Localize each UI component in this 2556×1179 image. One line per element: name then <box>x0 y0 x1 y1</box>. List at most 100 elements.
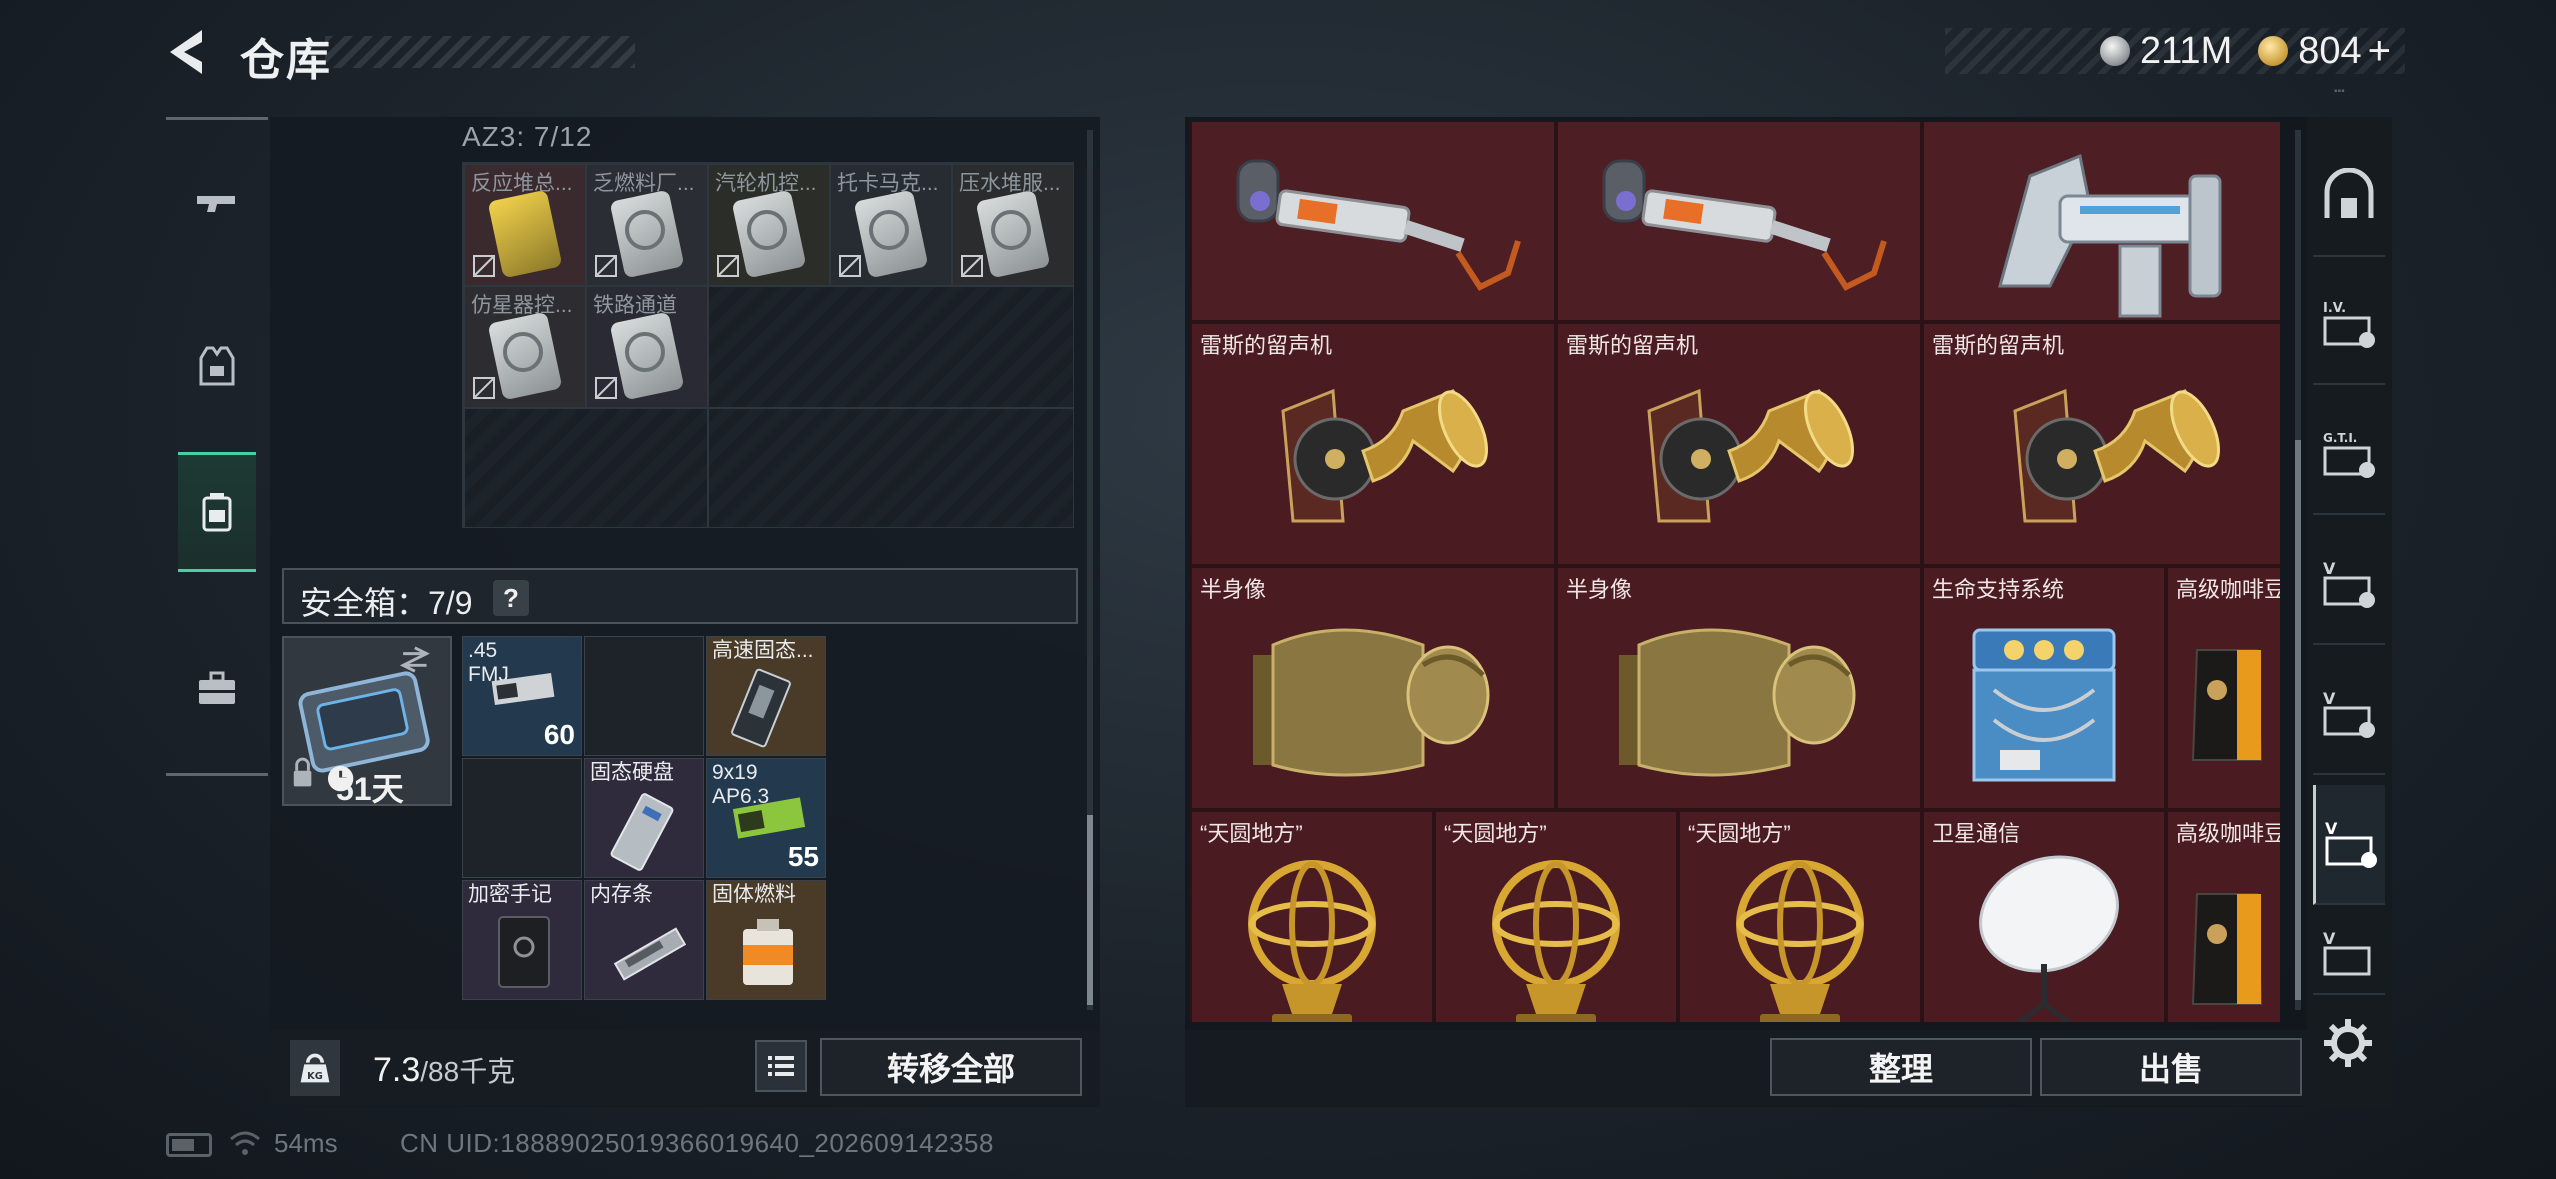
item-name: 雷斯的留声机 <box>1200 333 1333 358</box>
storage-item-gramophone[interactable]: 雷斯的留声机 <box>1556 322 1922 566</box>
kettlebell-icon: KG <box>300 1053 330 1083</box>
rail-item-container-gti[interactable]: G.T.I. <box>2313 395 2385 515</box>
keycard-slot[interactable]: 仿星器控... <box>464 286 586 408</box>
rail-item-container-iv[interactable]: I.V. <box>2313 265 2385 385</box>
safe-item-encrypted-notes[interactable]: 加密手记 <box>462 880 582 1000</box>
weight-readout: 7.3/88千克 <box>373 1050 515 1090</box>
safe-item-ram[interactable]: 内存条 <box>584 880 704 1000</box>
robot-arm-icon <box>1236 159 1521 291</box>
keycard-slot[interactable]: 反应堆总... <box>464 164 586 286</box>
no-trade-icon <box>961 255 983 277</box>
settings-button[interactable] <box>2320 1015 2376 1071</box>
safe-item-ammo-45[interactable]: .45 FMJ 60 <box>462 636 582 756</box>
key-ring-icon <box>503 332 543 372</box>
no-trade-icon <box>839 255 861 277</box>
storage-item-robot-arm[interactable] <box>1190 122 1556 322</box>
safe-empty-slot[interactable] <box>462 758 582 878</box>
keycard-icon <box>487 189 563 279</box>
key-ring-icon <box>991 210 1031 250</box>
currency-silver-value: 211M <box>2139 29 2233 72</box>
no-trade-icon <box>717 255 739 277</box>
storage-scrollbar-thumb[interactable] <box>2295 440 2301 1000</box>
rail-item-base[interactable] <box>2313 137 2385 257</box>
keycard-name: 仿星器控... <box>471 294 573 317</box>
safe-empty-slot[interactable] <box>584 636 704 756</box>
container-v-icon: V <box>2325 819 2377 868</box>
storage-grid: 雷斯的留声机 雷斯的留声机 雷斯的留声机 半身像 半身像 生命支持系统 高级咖啡… <box>1190 122 2280 1022</box>
silver-coin-icon <box>2099 36 2130 66</box>
version-tag: ▪▪▪ <box>2334 86 2345 97</box>
currency-gold[interactable]: 804 + <box>2258 29 2391 74</box>
storage-item-gramophone[interactable]: 雷斯的留声机 <box>1922 322 2280 566</box>
back-button[interactable] <box>160 22 220 82</box>
svg-text:V: V <box>2323 689 2336 708</box>
gramophone-icon <box>2013 388 2220 523</box>
list-view-button[interactable] <box>755 1040 807 1092</box>
keycard-slot[interactable]: 压水堆服... <box>952 164 1074 286</box>
storage-item-robot-arm[interactable] <box>1556 122 1922 322</box>
notebook-icon <box>498 916 550 988</box>
armillary-sphere-icon <box>1736 860 1864 1022</box>
keycard-slot[interactable]: 铁路通道 <box>586 286 708 408</box>
no-trade-icon <box>595 255 617 277</box>
armillary-sphere-icon <box>1248 860 1376 1022</box>
keycard-slot[interactable]: 汽轮机控... <box>708 164 830 286</box>
currency-silver[interactable]: 211M <box>2099 29 2233 73</box>
fuel-can-icon <box>743 919 793 985</box>
storage-item-armillary[interactable]: “天圆地方” <box>1678 810 1922 1022</box>
safe-item-ssd-highspeed[interactable]: 高速固态... <box>706 636 826 756</box>
rail-item-container-v1[interactable]: V <box>2313 525 2385 645</box>
storage-item-coffee[interactable]: 高级咖啡豆 <box>2166 810 2280 1022</box>
storage-item-life-support[interactable]: 生命支持系统 <box>1922 566 2166 810</box>
key-ring-icon <box>747 210 787 250</box>
key-ring-icon <box>869 210 909 250</box>
safe-item-solid-fuel[interactable]: 固体燃料 <box>706 880 826 1000</box>
keycard-name: 压水堆服... <box>959 172 1061 195</box>
locked-slot <box>708 408 1074 528</box>
rail-item-gear[interactable] <box>178 306 256 426</box>
rail-item-weapons[interactable] <box>178 146 256 266</box>
storage-item-bust[interactable]: 半身像 <box>1190 566 1556 810</box>
stash-scrollbar-thumb[interactable] <box>1087 815 1093 1005</box>
ram-stick-icon <box>613 927 687 981</box>
robot-arm-icon <box>1602 159 1887 291</box>
storage-item-armillary[interactable]: “天圆地方” <box>1434 810 1678 1022</box>
sort-button[interactable]: 整理 <box>1770 1038 2032 1096</box>
container-v-icon: V <box>2323 559 2375 608</box>
item-name: 高级咖啡豆 <box>2176 821 2280 846</box>
item-qty: 55 <box>787 841 819 872</box>
rail-divider <box>166 773 268 776</box>
transfer-all-button[interactable]: 转移全部 <box>820 1038 1082 1096</box>
sell-button[interactable]: 出售 <box>2040 1038 2302 1096</box>
help-button[interactable]: ? <box>493 580 529 616</box>
coffee-bag-icon <box>2191 649 2263 761</box>
safe-item-ammo-9x19[interactable]: 9x19 AP6.3 55 <box>706 758 826 878</box>
storage-item-satellite[interactable]: 卫星通信 <box>1922 810 2166 1022</box>
rail-item-backpack[interactable] <box>178 452 256 572</box>
keycard-slot[interactable]: 乏燃料厂... <box>586 164 708 286</box>
no-trade-icon <box>595 377 617 399</box>
rail-item-container-v3[interactable]: V <box>2313 785 2385 905</box>
weight-icon: KG <box>290 1040 340 1096</box>
currency-gold-value: 804 <box>2298 29 2362 72</box>
title-decoration <box>325 36 635 68</box>
wifi-icon <box>230 1131 260 1155</box>
storage-item-coffee[interactable]: 高级咖啡豆 <box>2166 566 2280 810</box>
keycard-slot[interactable]: 托卡马克... <box>830 164 952 286</box>
rail-item-container-v2[interactable]: V <box>2313 655 2385 775</box>
locked-slot <box>464 408 708 528</box>
storage-item-gramophone[interactable]: 雷斯的留声机 <box>1190 322 1556 566</box>
backpack-icon <box>202 493 232 532</box>
storage-item-bust[interactable]: 半身像 <box>1556 566 1922 810</box>
storage-item-heavy-arm[interactable] <box>1922 122 2280 322</box>
safe-box-label: 安全箱：7/9 <box>300 585 473 621</box>
rail-item-container-v4[interactable]: V <box>2313 915 2385 995</box>
currency-bar: 211M 804 + <box>1945 28 2405 74</box>
add-currency-icon[interactable]: + <box>2368 29 2391 74</box>
safe-item-ssd[interactable]: 固态硬盘 <box>584 758 704 878</box>
storage-item-armillary[interactable]: “天圆地方” <box>1190 810 1434 1022</box>
key-ring-icon <box>625 210 665 250</box>
rail-item-tools[interactable] <box>178 628 256 748</box>
svg-text:I.V.: I.V. <box>2323 301 2346 316</box>
vest-icon <box>199 346 235 386</box>
